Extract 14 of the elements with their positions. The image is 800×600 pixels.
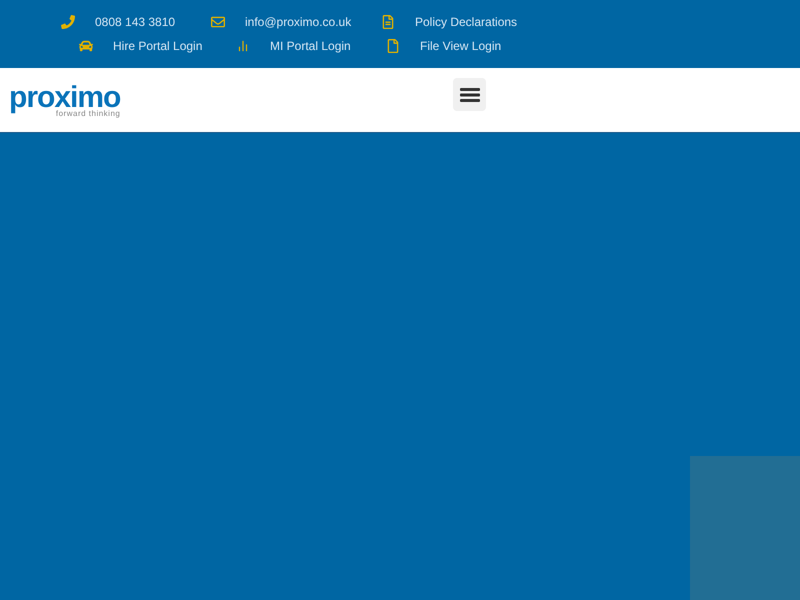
top-link[interactable]: 0808 143 3810 xyxy=(95,13,176,31)
top-link[interactable]: File View Login xyxy=(420,37,502,55)
top-link[interactable]: Policy Declarations xyxy=(415,13,518,31)
top-link[interactable]: MI Portal Login xyxy=(270,37,351,55)
document-icon xyxy=(381,15,395,29)
file-icon xyxy=(386,39,400,53)
phone-icon xyxy=(61,15,75,29)
car-icon xyxy=(79,39,93,53)
top-link[interactable]: info@proximo.co.uk xyxy=(245,13,352,31)
menu-icon xyxy=(460,88,480,102)
menu-button[interactable] xyxy=(453,78,486,111)
mail-icon xyxy=(211,15,225,29)
bar-chart-icon xyxy=(236,39,250,53)
top-link[interactable]: Hire Portal Login xyxy=(113,37,202,55)
